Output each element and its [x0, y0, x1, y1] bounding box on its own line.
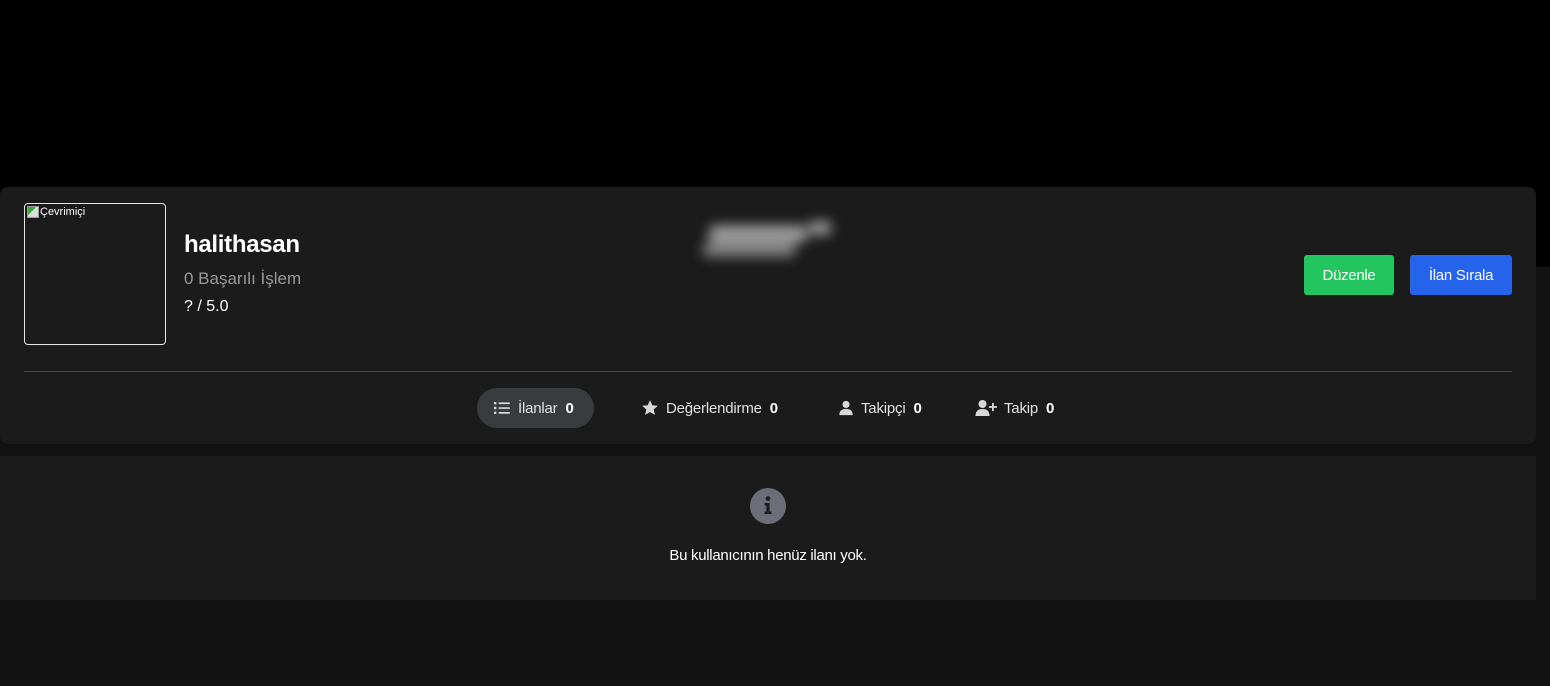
profile-tabs: İlanlar 0 Değerlendirme 0 Takipçi 0 Taki…	[0, 388, 1536, 428]
tab-label: İlanlar	[518, 399, 558, 417]
tab-label: Takip	[1004, 399, 1039, 417]
tab-followers[interactable]: Takipçi 0	[838, 388, 922, 428]
avatar-alt-text: Çevrimiçi	[40, 206, 86, 218]
avatar-broken-image: Çevrimiçi	[27, 206, 85, 218]
tab-following[interactable]: Takip 0	[975, 388, 1054, 428]
tab-label: Takipçi	[861, 399, 906, 417]
user-plus-icon	[975, 400, 997, 416]
username: halithasan	[184, 231, 300, 258]
blurred-logo	[700, 217, 836, 261]
rating: ? / 5.0	[184, 298, 229, 315]
tab-count: 0	[913, 399, 922, 417]
empty-state-message: Bu kullanıcının henüz ilanı yok.	[669, 547, 867, 564]
listings-empty-state: Bu kullanıcının henüz ilanı yok.	[0, 456, 1536, 600]
avatar: Çevrimiçi	[24, 203, 166, 345]
star-icon	[642, 400, 658, 415]
broken-image-icon	[27, 206, 39, 218]
tab-count: 0	[1046, 399, 1055, 417]
sort-listings-button[interactable]: İlan Sırala	[1410, 255, 1512, 295]
tab-count: 0	[565, 399, 574, 417]
user-icon	[839, 400, 853, 416]
tab-count: 0	[769, 399, 778, 417]
tab-listings[interactable]: İlanlar 0	[477, 388, 594, 428]
tab-label: Değerlendirme	[666, 399, 762, 417]
divider	[24, 371, 1512, 372]
info-icon	[750, 488, 786, 524]
profile-card: Çevrimiçi halithasan 0 Başarılı İşlem ? …	[0, 187, 1536, 444]
success-count: 0 Başarılı İşlem	[184, 269, 302, 288]
list-icon	[494, 402, 510, 414]
edit-button[interactable]: Düzenle	[1304, 255, 1394, 295]
tab-reviews[interactable]: Değerlendirme 0	[641, 388, 778, 428]
